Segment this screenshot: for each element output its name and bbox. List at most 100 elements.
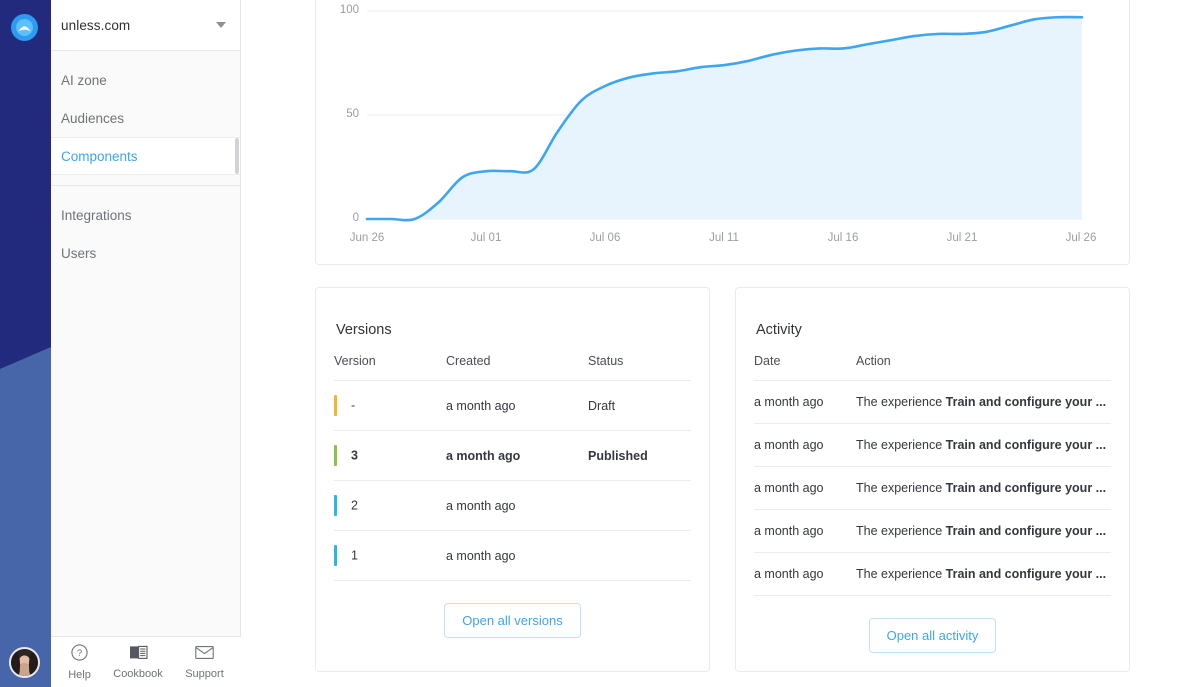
activity-action: The experience Train and configure your … xyxy=(842,509,1111,553)
x-axis-tick-label: Jul 11 xyxy=(709,232,739,244)
version-status xyxy=(588,530,691,581)
versions-body: -a month ago Draft 3 a month ago Published 2 a… xyxy=(334,380,691,581)
y-axis-tick-label: 50 xyxy=(346,108,359,120)
table-row[interactable]: a month ago The experience Train and conf… xyxy=(754,466,1111,510)
table-row[interactable]: 3 a month ago Published xyxy=(334,430,691,481)
version-status-marker xyxy=(334,495,337,516)
sidebar-item-integrations[interactable]: Integrations xyxy=(51,196,240,234)
version-created: a month ago xyxy=(446,530,588,581)
open-book-icon xyxy=(129,644,148,665)
support-button[interactable]: Support xyxy=(185,645,224,680)
cookbook-button[interactable]: Cookbook xyxy=(113,644,163,680)
table-row[interactable]: a month ago The experience Train and conf… xyxy=(754,509,1111,553)
x-axis-tick-label: Jul 21 xyxy=(946,232,978,244)
y-axis-tick-label: 0 xyxy=(352,212,359,224)
open-all-activity-button[interactable]: Open all activity xyxy=(868,618,997,653)
versions-header-row: Version Created Status xyxy=(334,348,691,381)
versions-title: Versions xyxy=(336,322,392,338)
x-axis-tick-label: Jul 01 xyxy=(470,232,502,244)
version-status: Draft xyxy=(588,380,691,431)
version-created: a month ago xyxy=(446,430,588,481)
activity-action-prefix: The experience xyxy=(856,524,946,538)
table-row[interactable]: a month ago The experience Train and conf… xyxy=(754,552,1111,596)
version-created: a month ago xyxy=(446,380,588,431)
activity-table: Date Action a month ago The experience Tr… xyxy=(754,348,1111,596)
column-header-action: Action xyxy=(856,354,891,368)
sidebar-item-label: Components xyxy=(61,148,138,164)
activity-action-prefix: The experience xyxy=(856,567,946,581)
org-switcher[interactable]: unless.com xyxy=(51,0,240,51)
help-button[interactable]: ? Help xyxy=(68,643,91,681)
version-status-marker xyxy=(334,395,337,416)
app-root: unless.com AI zone Audiences Components … xyxy=(0,0,1200,687)
activity-title: Activity xyxy=(756,322,802,338)
question-circle-icon: ? xyxy=(71,643,88,666)
activity-action-prefix: The experience xyxy=(856,395,946,409)
activity-action-target: Train and configure your ... xyxy=(945,481,1107,495)
version-status-marker xyxy=(334,545,337,566)
sidebar-item-components[interactable]: Components xyxy=(51,137,240,175)
activity-date: a month ago xyxy=(754,380,842,424)
bottom-cards-row: Versions Version Created Status - a month… xyxy=(315,287,1130,672)
versions-table: Version Created Status -a month ago Draft… xyxy=(334,348,691,581)
version-cell: 3 xyxy=(334,430,446,481)
activity-action-target: Train and configure your ... xyxy=(945,567,1107,581)
x-axis-tick-label: Jul 16 xyxy=(827,232,859,244)
activity-action-prefix: The experience xyxy=(856,438,946,452)
column-header-version: Version xyxy=(334,354,376,368)
activity-action: The experience Train and configure your … xyxy=(842,466,1111,510)
table-row[interactable]: - a month ago Draft xyxy=(334,380,691,431)
table-row[interactable]: a month ago The experience Train and conf… xyxy=(754,423,1111,467)
unless-arch-logo-icon[interactable] xyxy=(11,14,38,41)
svg-text:?: ? xyxy=(77,648,82,659)
sidebar-item-label: Audiences xyxy=(61,110,125,126)
user-avatar[interactable] xyxy=(9,647,40,678)
table-row[interactable]: 2 a month ago xyxy=(334,480,691,531)
sidebar-item-audiences[interactable]: Audiences xyxy=(51,99,240,137)
activity-date: a month ago xyxy=(754,509,842,553)
activity-date: a month ago xyxy=(754,552,842,596)
org-name: unless.com xyxy=(61,17,131,33)
x-axis-tick-label: Jul 26 xyxy=(1065,232,1097,244)
x-axis-tick-label: Jun 26 xyxy=(349,232,385,244)
activity-date: a month ago xyxy=(754,423,842,467)
rail-diagonal-decoration xyxy=(0,347,51,687)
sidebar-footer: ? Help Cookbook Support xyxy=(51,636,241,687)
chevron-down-icon xyxy=(216,22,226,28)
activity-date: a month ago xyxy=(754,466,842,510)
version-status-marker xyxy=(334,445,337,466)
column-header-created: Created xyxy=(446,354,491,368)
chart-card: 100 50 0 Jun 26 Jul 01 Jul 06 Jul 11 Jul… xyxy=(315,0,1130,265)
activity-action: The experience Train and configure your … xyxy=(842,380,1111,424)
sidebar-item-label: Integrations xyxy=(61,207,132,223)
activity-header-row: Date Action xyxy=(754,348,1111,381)
usage-chart: 100 50 0 Jun 26 Jul 01 Jul 06 Jul 11 Jul… xyxy=(316,0,1129,264)
version-number: 1 xyxy=(351,548,358,563)
version-cell: - xyxy=(334,380,446,431)
cookbook-label: Cookbook xyxy=(113,668,163,680)
support-label: Support xyxy=(185,667,224,680)
activity-action: The experience Train and configure your … xyxy=(842,552,1111,596)
table-row[interactable]: 1 a month ago xyxy=(334,530,691,581)
open-all-versions-button[interactable]: Open all versions xyxy=(444,603,581,638)
chart-svg xyxy=(365,10,1084,222)
left-rail xyxy=(0,0,51,687)
table-row[interactable]: a month ago The experience Train and conf… xyxy=(754,380,1111,424)
version-status xyxy=(588,480,691,531)
sidebar-item-ai-zone[interactable]: AI zone xyxy=(51,61,240,99)
version-created: a month ago xyxy=(446,480,588,531)
sidebar-item-users[interactable]: Users xyxy=(51,234,240,272)
activity-action-target: Train and configure your ... xyxy=(945,395,1107,409)
activity-action-prefix: The experience xyxy=(856,481,946,495)
version-number: 2 xyxy=(351,498,358,513)
activity-body: a month ago The experience Train and conf… xyxy=(754,380,1111,596)
nav-group-secondary: Integrations Users xyxy=(51,185,240,282)
versions-card: Versions Version Created Status - a month… xyxy=(315,287,710,672)
activity-action-target: Train and configure your ... xyxy=(945,524,1107,538)
version-number: 3 xyxy=(351,448,358,463)
activity-card: Activity Date Action a month ago The expe… xyxy=(735,287,1130,672)
help-label: Help xyxy=(68,668,91,681)
sidebar-item-label: Users xyxy=(61,245,97,261)
sidebar-scrollbar-thumb[interactable] xyxy=(235,138,239,174)
x-axis-tick-label: Jul 06 xyxy=(589,232,621,244)
